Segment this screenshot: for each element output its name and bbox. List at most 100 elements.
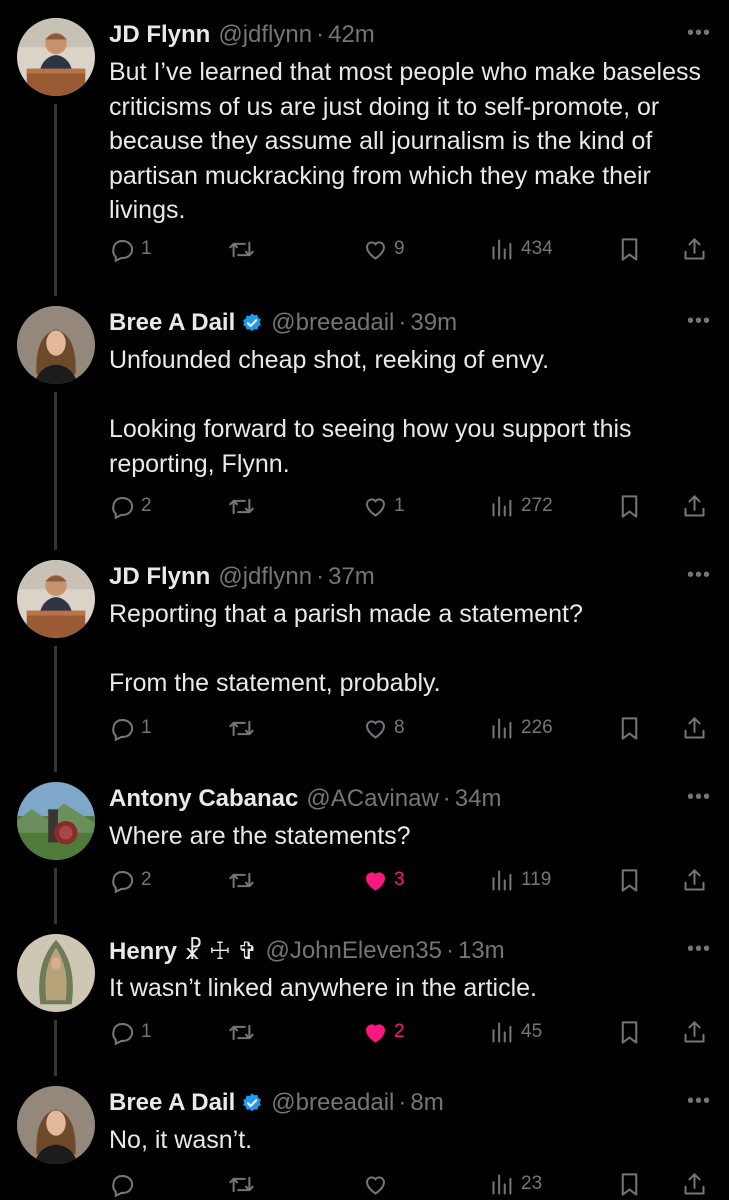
tweet-text: Where are the statements? bbox=[109, 822, 411, 850]
author-handle[interactable]: @jdflynn bbox=[218, 563, 312, 591]
more-icon[interactable]: ••• bbox=[687, 310, 711, 333]
more-icon[interactable]: ••• bbox=[687, 1090, 711, 1113]
timestamp[interactable]: 13m bbox=[458, 937, 505, 965]
share-button[interactable] bbox=[681, 1016, 708, 1048]
author-name[interactable]: Bree A Dail bbox=[109, 309, 235, 337]
avatar[interactable] bbox=[17, 18, 95, 96]
like-icon bbox=[362, 493, 389, 520]
share-button[interactable] bbox=[681, 233, 708, 265]
reply-button[interactable]: 2 bbox=[109, 864, 152, 896]
avatar[interactable] bbox=[17, 934, 95, 1012]
like-button[interactable]: 3 bbox=[362, 864, 405, 896]
author-name[interactable]: Antony Cabanac bbox=[109, 785, 298, 813]
timestamp[interactable]: 37m bbox=[328, 563, 375, 591]
timestamp[interactable]: 39m bbox=[410, 309, 457, 337]
tweet-text: Unfounded cheap shot, reeking of envy. L… bbox=[109, 346, 632, 478]
retweet-button[interactable] bbox=[228, 233, 260, 265]
reply-button[interactable]: 2 bbox=[109, 490, 152, 522]
author-name[interactable]: Bree A Dail bbox=[109, 1089, 235, 1117]
reply-icon bbox=[109, 236, 136, 263]
more-icon[interactable]: ••• bbox=[687, 786, 711, 809]
bookmark-button[interactable] bbox=[616, 490, 643, 522]
share-button[interactable] bbox=[681, 864, 708, 896]
like-icon bbox=[362, 1171, 389, 1198]
tweet-header: JD Flynn @jdflynn · 37m bbox=[109, 560, 375, 594]
replies-count: 2 bbox=[141, 869, 152, 890]
views-icon bbox=[489, 867, 516, 894]
views-icon bbox=[489, 236, 516, 263]
like-icon bbox=[362, 715, 389, 742]
retweet-button[interactable] bbox=[228, 490, 260, 522]
views-count: 226 bbox=[521, 717, 553, 738]
bookmark-button[interactable] bbox=[616, 1168, 643, 1200]
timestamp[interactable]: 8m bbox=[410, 1089, 443, 1117]
action-bar: 1 2 45 bbox=[109, 1016, 711, 1048]
more-icon[interactable]: ••• bbox=[687, 22, 711, 45]
thread-connector-line bbox=[54, 104, 57, 296]
bookmark-icon bbox=[616, 715, 643, 742]
likes-count: 1 bbox=[394, 495, 405, 516]
like-button[interactable]: 1 bbox=[362, 490, 405, 522]
views-button[interactable]: 272 bbox=[489, 490, 553, 522]
bookmark-icon bbox=[616, 1171, 643, 1198]
views-button[interactable]: 226 bbox=[489, 712, 553, 744]
reply-button[interactable]: 1 bbox=[109, 712, 152, 744]
action-bar: 1 9 434 bbox=[109, 233, 711, 265]
author-name[interactable]: JD Flynn bbox=[109, 563, 210, 591]
bookmark-button[interactable] bbox=[616, 1016, 643, 1048]
like-button[interactable]: 9 bbox=[362, 233, 405, 265]
retweet-button[interactable] bbox=[228, 712, 260, 744]
views-icon bbox=[489, 1019, 516, 1046]
bookmark-button[interactable] bbox=[616, 233, 643, 265]
views-button[interactable]: 434 bbox=[489, 233, 553, 265]
avatar[interactable] bbox=[17, 1086, 95, 1164]
avatar[interactable] bbox=[17, 782, 95, 860]
bookmark-button[interactable] bbox=[616, 712, 643, 744]
author-handle[interactable]: @jdflynn bbox=[218, 21, 312, 49]
avatar[interactable] bbox=[17, 306, 95, 384]
more-icon[interactable]: ••• bbox=[687, 938, 711, 961]
views-button[interactable]: 23 bbox=[489, 1168, 542, 1200]
author-handle[interactable]: @breeadail bbox=[271, 1089, 394, 1117]
views-count: 272 bbox=[521, 495, 553, 516]
tweet-text: But I’ve learned that most people who ma… bbox=[109, 58, 702, 224]
share-button[interactable] bbox=[681, 712, 708, 744]
author-name[interactable]: Henry ☧ ☩ ✞ bbox=[109, 937, 257, 966]
share-icon bbox=[681, 236, 708, 263]
reply-button[interactable]: 1 bbox=[109, 1016, 152, 1048]
avatar[interactable] bbox=[17, 560, 95, 638]
share-icon bbox=[681, 867, 708, 894]
views-count: 23 bbox=[521, 1173, 543, 1194]
retweet-button[interactable] bbox=[228, 1016, 260, 1048]
like-button[interactable]: 2 bbox=[362, 1016, 405, 1048]
replies-count: 1 bbox=[141, 717, 152, 738]
reply-button[interactable]: 1 bbox=[109, 233, 152, 265]
retweet-button[interactable] bbox=[228, 1168, 260, 1200]
more-icon[interactable]: ••• bbox=[687, 564, 711, 587]
share-button[interactable] bbox=[681, 1168, 708, 1200]
retweet-icon bbox=[228, 493, 255, 520]
timestamp[interactable]: 42m bbox=[328, 21, 375, 49]
views-icon bbox=[489, 1171, 516, 1198]
timestamp[interactable]: 34m bbox=[455, 785, 502, 813]
views-count: 434 bbox=[521, 238, 553, 259]
likes-count: 9 bbox=[394, 238, 405, 259]
author-name[interactable]: JD Flynn bbox=[109, 21, 210, 49]
share-icon bbox=[681, 1019, 708, 1046]
author-handle[interactable]: @ACavinaw bbox=[306, 785, 438, 813]
views-icon bbox=[489, 715, 516, 742]
action-bar: 2 1 272 bbox=[109, 490, 711, 522]
share-button[interactable] bbox=[681, 490, 708, 522]
action-bar: 1 8 226 bbox=[109, 712, 711, 744]
thread-connector-line bbox=[54, 868, 57, 924]
retweet-button[interactable] bbox=[228, 864, 260, 896]
author-handle[interactable]: @JohnEleven35 bbox=[265, 937, 441, 965]
reply-button[interactable] bbox=[109, 1168, 141, 1200]
bookmark-icon bbox=[616, 867, 643, 894]
views-button[interactable]: 45 bbox=[489, 1016, 542, 1048]
views-button[interactable]: 119 bbox=[489, 864, 551, 896]
bookmark-button[interactable] bbox=[616, 864, 643, 896]
like-button[interactable]: 8 bbox=[362, 712, 405, 744]
like-button[interactable] bbox=[362, 1168, 394, 1200]
author-handle[interactable]: @breeadail bbox=[271, 309, 394, 337]
